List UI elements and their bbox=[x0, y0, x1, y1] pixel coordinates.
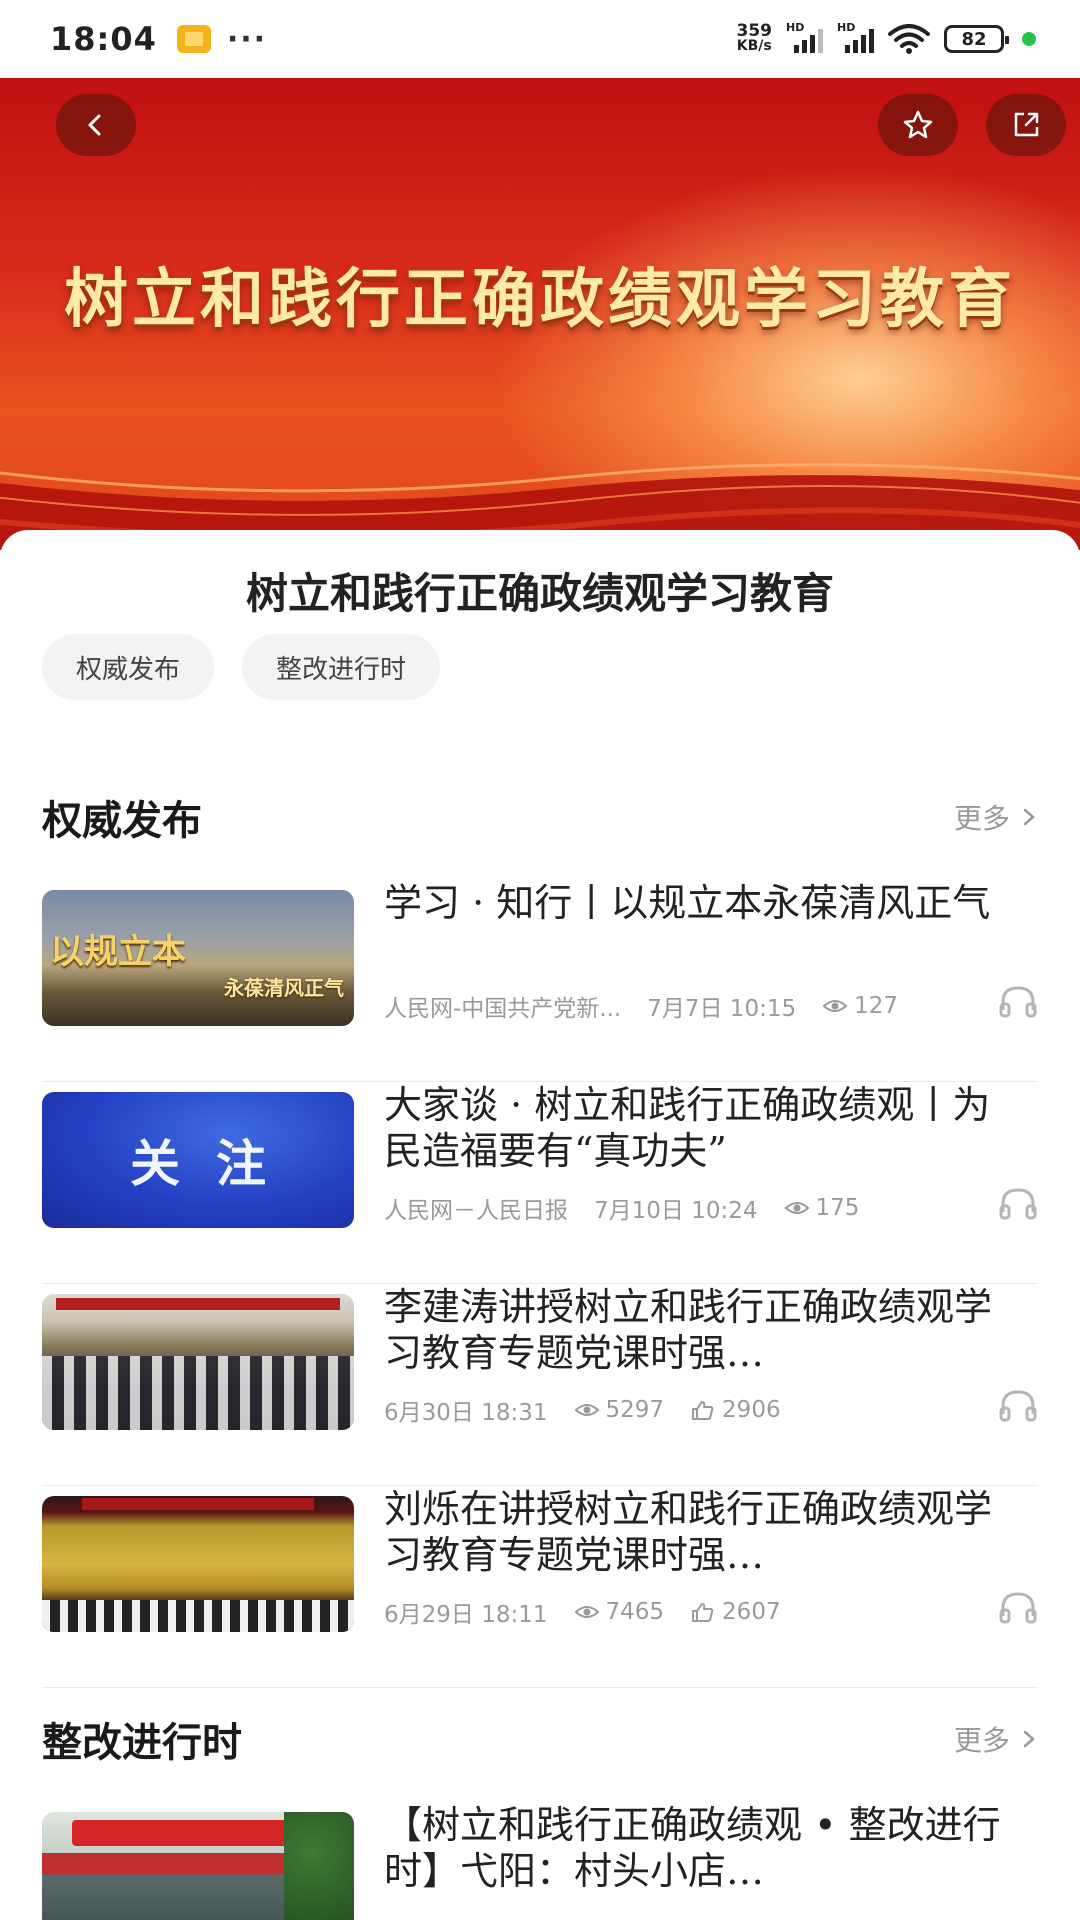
article-item[interactable]: 关注 大家谈 · 树立和践行正确政绩观丨为民造福要有“真功夫” 人民网－人民日报… bbox=[42, 1082, 1038, 1284]
article-date: 6月30日 18:31 bbox=[384, 1400, 548, 1426]
article-source: 人民网-中国共产党新... bbox=[384, 996, 622, 1022]
share-icon bbox=[1014, 112, 1039, 137]
thumbnail-caption: 关注 bbox=[130, 1135, 302, 1193]
topic-title: 树立和践行正确政绩观学习教育 bbox=[245, 569, 834, 618]
article-title: 刘烁在讲授树立和践行正确政绩观学习教育专题党课时强… bbox=[384, 1487, 993, 1577]
privacy-indicator-dot bbox=[1022, 32, 1036, 46]
article-meta: 6月30日 18:31 5297 2906 bbox=[384, 1392, 1038, 1428]
battery-icon: 82 bbox=[944, 25, 1009, 53]
chip-rectification-progress[interactable]: 整改进行时 bbox=[242, 634, 441, 700]
signal-icon: HD bbox=[786, 21, 823, 53]
share-button[interactable] bbox=[986, 94, 1066, 156]
article-title: 学习 · 知行丨以规立本永葆清风正气 bbox=[384, 881, 991, 925]
article-meta: 人民网-中国共产党新... 7月7日 10:15 127 bbox=[384, 988, 1038, 1024]
headphones-icon[interactable] bbox=[998, 1588, 1038, 1626]
chip-authoritative-release[interactable]: 权威发布 bbox=[42, 634, 215, 700]
thumbs-up-icon bbox=[692, 1401, 714, 1420]
view-count-value: 5297 bbox=[605, 1397, 665, 1423]
article-meta: 人民网－人民日报 7月10日 10:24 175 bbox=[384, 1190, 1038, 1226]
article-date: 7月10日 10:24 bbox=[594, 1198, 758, 1224]
headphones-icon[interactable] bbox=[998, 1184, 1038, 1222]
view-count-value: 7465 bbox=[605, 1599, 665, 1625]
view-count: 7465 bbox=[574, 1599, 665, 1625]
article-item[interactable]: 以规立本 永葆清风正气 学习 · 知行丨以规立本永葆清风正气 人民网-中国共产党… bbox=[42, 880, 1038, 1082]
article-title: 李建涛讲授树立和践行正确政绩观学习教育专题党课时强… bbox=[384, 1285, 993, 1375]
status-bar: 18:04 ··· 359 KB/s HD HD 82 bbox=[0, 0, 1080, 78]
article-date: 6月29日 18:11 bbox=[384, 1602, 548, 1628]
battery-level: 82 bbox=[961, 28, 987, 50]
more-notifications-icon: ··· bbox=[226, 21, 268, 57]
hd-label: HD bbox=[837, 21, 856, 34]
more-link[interactable]: 更多 bbox=[954, 797, 1038, 837]
wifi-icon bbox=[888, 24, 930, 54]
content-card: 树立和践行正确政绩观学习教育 权威发布 整改进行时 权威发布 更多 以规立本 永… bbox=[0, 530, 1080, 1920]
favorite-button[interactable] bbox=[878, 94, 958, 156]
signal-icon: HD bbox=[837, 21, 874, 53]
view-count: 127 bbox=[822, 993, 898, 1019]
status-time: 18:04 bbox=[50, 20, 157, 58]
eye-icon bbox=[574, 1606, 599, 1618]
status-indicators: 359 KB/s HD HD 82 bbox=[736, 21, 1036, 54]
article-source: 人民网－人民日报 bbox=[384, 1198, 568, 1224]
chevron-left-icon bbox=[88, 114, 101, 136]
like-count-value: 2906 bbox=[722, 1397, 781, 1423]
article-thumbnail: 以规立本 永葆清风正气 bbox=[42, 890, 354, 1026]
hd-label: HD bbox=[786, 21, 805, 34]
article-thumbnail bbox=[42, 1496, 354, 1632]
section-title: 权威发布 bbox=[42, 798, 202, 844]
headphones-icon[interactable] bbox=[998, 1386, 1038, 1424]
thumbnail-caption: 以规立本 bbox=[50, 932, 186, 972]
view-count: 175 bbox=[784, 1195, 860, 1221]
article-item[interactable]: 刘烁在讲授树立和践行正确政绩观学习教育专题党课时强… 6月29日 18:11 7… bbox=[42, 1486, 1038, 1688]
more-link[interactable]: 更多 bbox=[954, 1719, 1038, 1759]
like-count-value: 2607 bbox=[722, 1599, 781, 1625]
eye-icon bbox=[574, 1404, 599, 1416]
star-icon bbox=[903, 110, 933, 139]
article-meta: 6月29日 18:11 7465 2607 bbox=[384, 1594, 1038, 1630]
headphones-icon[interactable] bbox=[998, 982, 1038, 1020]
section-header: 整改进行时 更多 bbox=[42, 1710, 1038, 1768]
article-thumbnail bbox=[42, 1294, 354, 1430]
section-title: 整改进行时 bbox=[42, 1720, 242, 1766]
article-date: 7月7日 10:15 bbox=[647, 996, 797, 1022]
view-count-value: 127 bbox=[854, 993, 899, 1019]
view-count: 5297 bbox=[574, 1397, 665, 1423]
network-speed: 359 KB/s bbox=[736, 21, 773, 54]
more-label: 更多 bbox=[953, 1724, 1010, 1757]
view-count-value: 175 bbox=[815, 1195, 860, 1221]
network-speed-value: 359 bbox=[736, 21, 773, 41]
article-thumbnail bbox=[42, 1812, 354, 1920]
like-count: 2607 bbox=[690, 1599, 781, 1625]
gallery-notification-icon bbox=[176, 25, 211, 53]
chevron-right-icon bbox=[1023, 1730, 1035, 1748]
section-header: 权威发布 更多 bbox=[42, 788, 1038, 846]
banner-title: 树立和践行正确政绩观学习教育 bbox=[64, 263, 1016, 337]
eye-icon bbox=[784, 1202, 809, 1214]
chevron-right-icon bbox=[1023, 808, 1035, 826]
like-count: 2906 bbox=[690, 1397, 781, 1423]
network-speed-unit: KB/s bbox=[736, 38, 772, 54]
back-button[interactable] bbox=[56, 94, 136, 156]
article-item[interactable]: 李建涛讲授树立和践行正确政绩观学习教育专题党课时强… 6月30日 18:31 5… bbox=[42, 1284, 1038, 1486]
article-title: 【树立和践行正确政绩观 • 整改进行时】弋阳：村头小店… bbox=[384, 1803, 1001, 1893]
section-chips: 权威发布 整改进行时 bbox=[42, 634, 441, 700]
more-label: 更多 bbox=[953, 802, 1010, 835]
thumbnail-subcaption: 永葆清风正气 bbox=[224, 976, 344, 1000]
thumbs-up-icon bbox=[692, 1603, 714, 1622]
article-item[interactable]: 【树立和践行正确政绩观 • 整改进行时】弋阳：村头小店… bbox=[42, 1802, 1038, 1920]
article-title: 大家谈 · 树立和践行正确政绩观丨为民造福要有“真功夫” bbox=[384, 1083, 991, 1173]
article-thumbnail: 关注 bbox=[42, 1092, 354, 1228]
eye-icon bbox=[822, 1000, 848, 1012]
